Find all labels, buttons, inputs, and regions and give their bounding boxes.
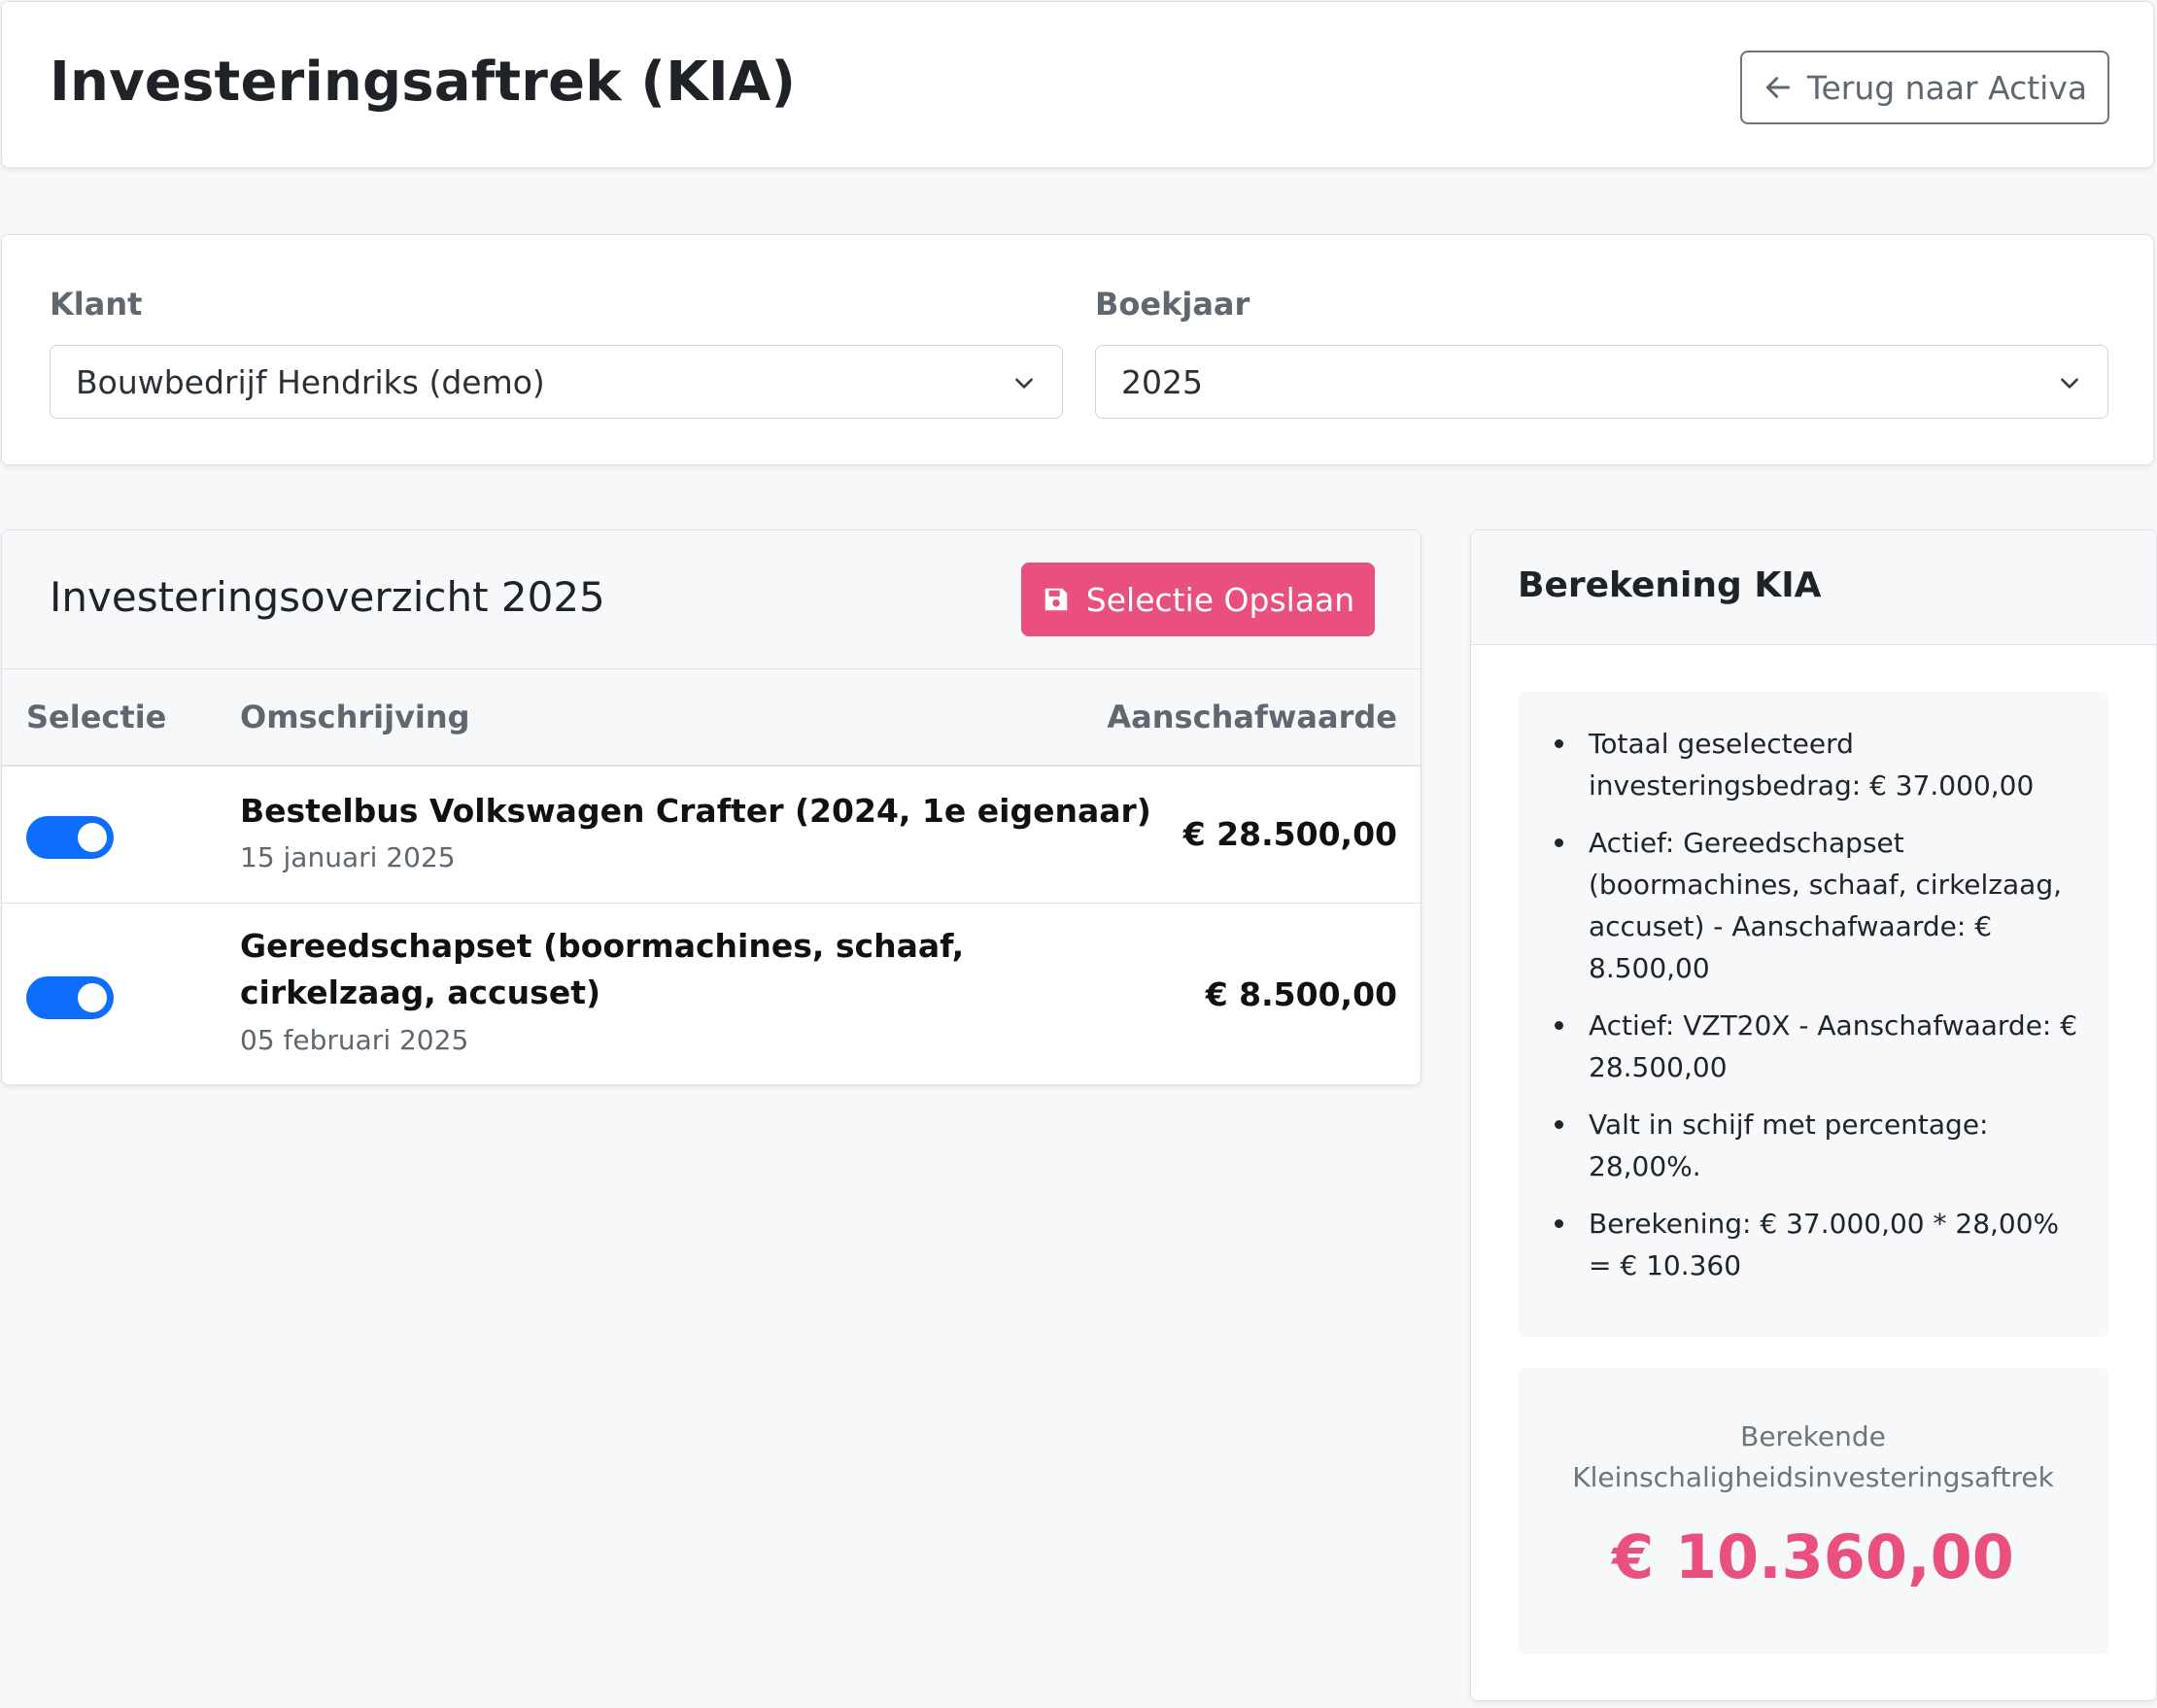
arrow-left-icon — [1765, 77, 1791, 98]
kia-result-label: Berekende Kleinschaligheidsinvesteringsa… — [1572, 1420, 2054, 1493]
client-select[interactable]: Bouwbedrijf Hendriks (demo) — [50, 345, 1063, 419]
kia-calculation-card: Berekening KIA Totaal geselecteerd inves… — [1470, 529, 2157, 1701]
year-select-value: 2025 — [1121, 362, 1203, 401]
list-item: Actief: VZT20X - Aanschafwaarde: € 28.50… — [1518, 1005, 2108, 1088]
save-selection-button[interactable]: Selectie Opslaan — [1021, 563, 1375, 636]
page-header: Investeringsaftrek (KIA) Terug naar Acti… — [1, 1, 2154, 168]
investment-overview-card: Investeringsoverzicht 2025 Selectie Opsl… — [1, 529, 1421, 1085]
back-to-activa-button[interactable]: Terug naar Activa — [1740, 51, 2109, 124]
table-header: Selectie Omschrijving Aanschafwaarde — [2, 669, 1421, 767]
filter-panel: Klant Bouwbedrijf Hendriks (demo) Boekja… — [1, 234, 2154, 465]
table-row: Gereedschapset (boormachines, schaaf, ci… — [2, 904, 1421, 1084]
selection-toggle[interactable] — [26, 816, 114, 859]
asset-title: Gereedschapset (boormachines, schaaf, ci… — [240, 927, 965, 1011]
save-button-label: Selectie Opslaan — [1085, 580, 1355, 619]
asset-title: Bestelbus Volkswagen Crafter (2024, 1e e… — [240, 792, 1151, 830]
overview-title: Investeringsoverzicht 2025 — [50, 573, 605, 621]
toggle-knob — [78, 823, 107, 852]
floppy-disk-icon — [1044, 588, 1068, 611]
page-title: Investeringsaftrek (KIA) — [50, 51, 797, 114]
column-header-omschrijving: Omschrijving — [240, 699, 470, 735]
client-label: Klant — [50, 286, 143, 323]
list-item: Actief: Gereedschapset (boormachines, sc… — [1518, 822, 2108, 989]
overview-header: Investeringsoverzicht 2025 Selectie Opsl… — [2, 530, 1421, 669]
asset-amount: € 28.500,00 — [1182, 815, 1397, 853]
list-item: Totaal geselecteerd investeringsbedrag: … — [1518, 723, 2108, 806]
chevron-down-icon — [2061, 378, 2078, 389]
chevron-down-icon — [1015, 378, 1033, 389]
asset-date: 15 januari 2025 — [240, 841, 456, 873]
kia-result: Berekende Kleinschaligheidsinvesteringsa… — [1518, 1368, 2108, 1655]
kia-title: Berekening KIA — [1518, 565, 1822, 605]
asset-date: 05 februari 2025 — [240, 1024, 469, 1056]
kia-header: Berekening KIA — [1471, 530, 2156, 645]
year-select[interactable]: 2025 — [1095, 345, 2108, 419]
kia-result-value: € 10.360,00 — [1612, 1521, 2014, 1592]
year-label: Boekjaar — [1095, 286, 1250, 323]
client-select-value: Bouwbedrijf Hendriks (demo) — [76, 362, 545, 401]
column-header-aanschafwaarde: Aanschafwaarde — [1107, 699, 1397, 735]
toggle-knob — [78, 983, 107, 1012]
table-row: Bestelbus Volkswagen Crafter (2024, 1e e… — [2, 767, 1421, 904]
column-header-selectie: Selectie — [26, 699, 167, 735]
kia-calculation-list: Totaal geselecteerd investeringsbedrag: … — [1518, 723, 2108, 1302]
asset-amount: € 8.500,00 — [1205, 975, 1397, 1013]
list-item: Valt in schijf met percentage: 28,00%. — [1518, 1104, 2108, 1187]
kia-calculation-details: Totaal geselecteerd investeringsbedrag: … — [1518, 692, 2108, 1337]
list-item: Berekening: € 37.000,00 * 28,00% = € 10.… — [1518, 1203, 2108, 1286]
back-button-label: Terug naar Activa — [1806, 68, 2088, 107]
selection-toggle[interactable] — [26, 976, 114, 1019]
